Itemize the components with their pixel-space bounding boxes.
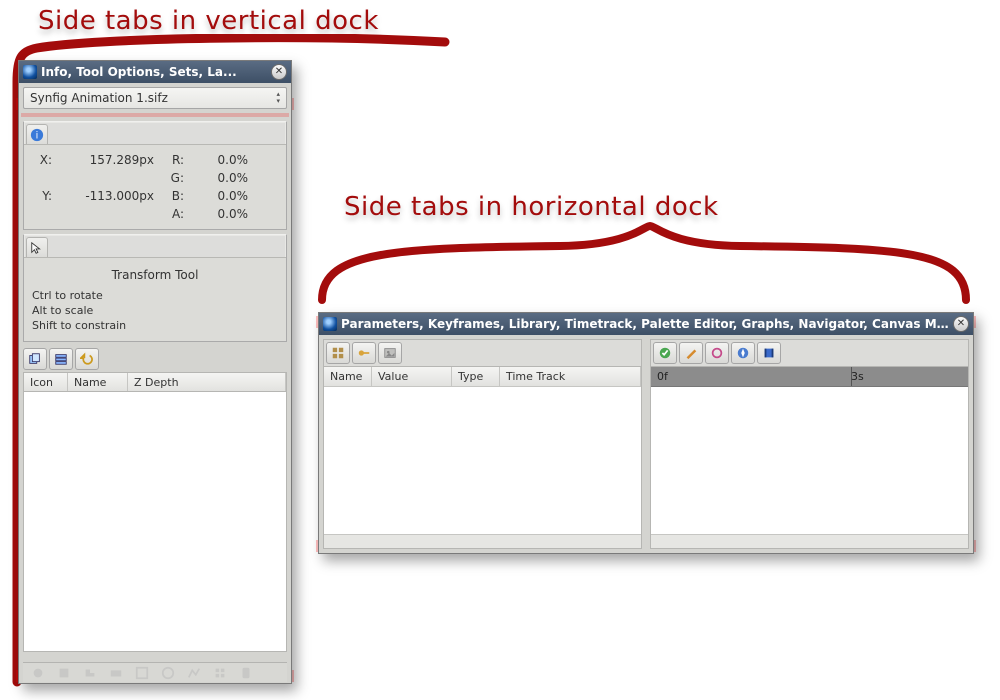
col-name[interactable]: Name: [68, 373, 128, 391]
tool-options-panel: Transform Tool Ctrl to rotate Alt to sca…: [23, 234, 287, 342]
parameters-column-headers[interactable]: Name Value Type Time Track: [324, 367, 641, 387]
info-a-label: A:: [166, 207, 188, 221]
params-toolbtn-1[interactable]: [326, 342, 350, 364]
brush-icon: [684, 346, 698, 360]
tt-toolbtn-4[interactable]: [731, 342, 755, 364]
info-x-value: 157.289px: [56, 153, 166, 167]
tab-icon[interactable]: [57, 666, 71, 680]
info-r-value: 0.0%: [188, 153, 248, 167]
tab-icon[interactable]: [83, 666, 97, 680]
check-icon: [658, 346, 672, 360]
annotation-horizontal-brace: [310, 220, 990, 320]
tab-icon[interactable]: [161, 666, 175, 680]
parameters-list[interactable]: [324, 387, 641, 534]
horizontal-dock: Parameters, Keyframes, Library, Timetrac…: [318, 312, 974, 554]
tool-hint: Alt to scale: [32, 303, 278, 318]
tab-info[interactable]: i: [26, 124, 48, 144]
layer-stack-button[interactable]: [49, 348, 73, 370]
copy-icon: [28, 352, 42, 366]
info-a-value: 0.0%: [188, 207, 248, 221]
cursor-icon: [30, 241, 44, 255]
synfig-app-icon: [323, 317, 337, 331]
key-icon: [357, 346, 371, 360]
annotation-vertical-label: Side tabs in vertical dock: [38, 6, 379, 36]
layers-column-headers[interactable]: Icon Name Z Depth: [23, 372, 287, 392]
info-g-value: 0.0%: [188, 171, 248, 185]
vertical-dock-side-tabs: [23, 662, 287, 682]
undo-icon: [80, 352, 94, 366]
tab-icon[interactable]: [109, 666, 123, 680]
timetrack-area[interactable]: [651, 387, 968, 534]
info-r-label: R:: [166, 153, 188, 167]
col-value[interactable]: Value: [372, 367, 452, 386]
file-selector-value: Synfig Animation 1.sifz: [30, 91, 168, 105]
film-icon: [762, 346, 776, 360]
close-icon[interactable]: ✕: [953, 316, 969, 332]
info-b-value: 0.0%: [188, 189, 248, 203]
spinner-icon[interactable]: ▴▾: [276, 91, 280, 105]
svg-text:i: i: [36, 130, 39, 141]
params-toolbtn-3[interactable]: [378, 342, 402, 364]
col-icon[interactable]: Icon: [24, 373, 68, 391]
tab-icon[interactable]: [31, 666, 45, 680]
horizontal-dock-title: Parameters, Keyframes, Library, Timetrac…: [341, 317, 949, 331]
tt-toolbtn-1[interactable]: [653, 342, 677, 364]
tool-hint: Shift to constrain: [32, 318, 278, 333]
col-zdepth[interactable]: Z Depth: [128, 373, 286, 391]
time-tick: 0f: [657, 370, 668, 383]
info-x-label: X:: [32, 153, 56, 167]
layer-undo-button[interactable]: [75, 348, 99, 370]
compass-icon: [736, 346, 750, 360]
params-toolbtn-2[interactable]: [352, 342, 376, 364]
tt-toolbtn-2[interactable]: [679, 342, 703, 364]
vertical-dock-title: Info, Tool Options, Sets, La...: [41, 65, 267, 79]
info-y-value: -113.000px: [56, 189, 166, 203]
timetrack-pane: 0f 3s: [650, 339, 969, 549]
horizontal-scrollbar[interactable]: [324, 534, 641, 548]
circle-icon: [710, 346, 724, 360]
horizontal-dock-titlebar[interactable]: Parameters, Keyframes, Library, Timetrac…: [319, 313, 973, 335]
time-ruler[interactable]: 0f 3s: [651, 367, 968, 387]
tab-icon[interactable]: [239, 666, 253, 680]
tool-title: Transform Tool: [32, 268, 278, 282]
col-type[interactable]: Type: [452, 367, 500, 386]
info-g-label: G:: [166, 171, 188, 185]
layer-copy-button[interactable]: [23, 348, 47, 370]
tab-tool-options[interactable]: [26, 237, 48, 257]
tab-icon[interactable]: [213, 666, 227, 680]
vertical-dock: Info, Tool Options, Sets, La... ✕ Synfig…: [18, 60, 292, 684]
parameters-pane: Name Value Type Time Track: [323, 339, 642, 549]
horizontal-scrollbar[interactable]: [651, 534, 968, 548]
layers-list[interactable]: [23, 392, 287, 652]
time-tick: 3s: [851, 370, 864, 383]
stack-icon: [54, 352, 68, 366]
vertical-dock-titlebar[interactable]: Info, Tool Options, Sets, La... ✕: [19, 61, 291, 83]
tt-toolbtn-3[interactable]: [705, 342, 729, 364]
highlight-line: [21, 113, 289, 117]
grid-icon: [331, 346, 345, 360]
tt-toolbtn-5[interactable]: [757, 342, 781, 364]
synfig-app-icon: [23, 65, 37, 79]
col-name[interactable]: Name: [324, 367, 372, 386]
image-icon: [383, 346, 397, 360]
file-selector-combo[interactable]: Synfig Animation 1.sifz ▴▾: [23, 87, 287, 109]
info-icon: i: [30, 128, 44, 142]
annotation-horizontal-label: Side tabs in horizontal dock: [344, 192, 719, 222]
layers-toolbar: [23, 348, 287, 370]
col-timetrack[interactable]: Time Track: [500, 367, 641, 386]
close-icon[interactable]: ✕: [271, 64, 287, 80]
info-y-label: Y:: [32, 189, 56, 203]
tab-icon[interactable]: [135, 666, 149, 680]
tool-hint: Ctrl to rotate: [32, 288, 278, 303]
info-panel: i X: 157.289px R: 0.0% G: 0.0% Y: -113.0…: [23, 121, 287, 230]
info-b-label: B:: [166, 189, 188, 203]
tab-icon[interactable]: [187, 666, 201, 680]
